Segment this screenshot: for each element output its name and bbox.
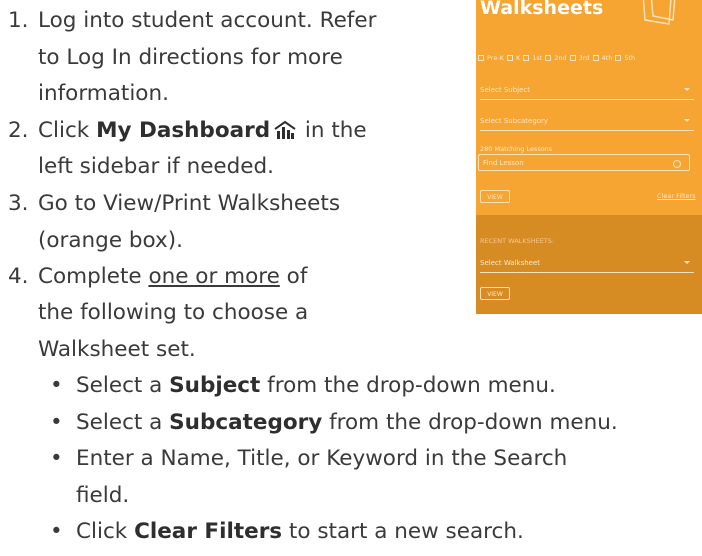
step-text-part: Click	[38, 118, 97, 143]
bullet-text: Click Clear Filters to start a new searc…	[76, 517, 524, 547]
grade-checkbox[interactable]: Pre-K	[478, 54, 504, 62]
bullet-text-part: Select a	[76, 373, 170, 398]
caret-down-icon	[684, 261, 690, 264]
grade-label: 3rd	[578, 54, 590, 62]
step-number: 3.	[8, 191, 29, 216]
clear-filters-label: Clear Filters	[134, 519, 283, 544]
step-text: to Log In directions for more	[38, 45, 343, 70]
grade-checkbox[interactable]: 3rd	[569, 54, 590, 62]
my-dashboard-label: My Dashboard	[96, 118, 271, 143]
grade-label: 1st	[532, 54, 543, 62]
checkbox-box[interactable]	[523, 55, 530, 61]
grade-filters: Pre-K K 1st 2nd 3rd 4th 5th	[478, 54, 635, 62]
matching-count: 280 Matching Lessons	[480, 145, 553, 153]
step-text: (orange box).	[38, 228, 183, 253]
bullet: •	[50, 410, 63, 435]
checkbox-box[interactable]	[545, 55, 552, 61]
step-text: information.	[38, 81, 169, 106]
walksheet-select[interactable]: Select Walksheet	[480, 254, 694, 273]
bullet-text-part: from the drop-down menu.	[322, 410, 618, 435]
checkbox-box[interactable]	[569, 55, 576, 61]
bullet-text-part: Select a	[76, 410, 170, 435]
dashboard-icon	[274, 119, 296, 149]
subject-select[interactable]: Select Subject	[480, 81, 694, 100]
bullet-text: Select a Subject from the drop-down menu…	[76, 371, 556, 401]
bullet: •	[50, 446, 63, 471]
bullet-text-part: to start a new search.	[282, 519, 524, 544]
walksheets-widget: Walksheets Pre-K K 1st 2nd 3rd 4th 5th S…	[476, 0, 702, 314]
step-text-part: in the	[298, 118, 367, 143]
select-value: Select Subject	[480, 86, 530, 94]
step-number: 4.	[8, 264, 29, 289]
checkbox-box[interactable]	[592, 55, 599, 61]
subcategory-label: Subcategory	[169, 410, 323, 435]
bullet-text-part: from the drop-down menu.	[260, 373, 556, 398]
caret-down-icon	[684, 119, 690, 122]
select-value: Select Walksheet	[480, 259, 541, 267]
subcategory-select[interactable]: Select Subcategory	[480, 112, 694, 131]
underlined-text: one or more	[148, 264, 280, 289]
recent-label: RECENT WALKSHEETS:	[480, 237, 555, 245]
bullet: •	[50, 519, 63, 544]
grade-label: Pre-K	[487, 54, 504, 62]
checkbox-box[interactable]	[506, 55, 513, 61]
document-icon	[637, 0, 677, 32]
step-number: 2.	[8, 118, 29, 143]
search-icon[interactable]	[673, 160, 681, 168]
step-text: Walksheet set.	[38, 337, 196, 362]
checkbox-box[interactable]	[615, 55, 622, 61]
grade-label: K	[515, 54, 521, 62]
clear-filters-link[interactable]: Clear Filters	[657, 192, 696, 200]
step-text: Complete one or more of	[38, 262, 307, 292]
bullet-text: field.	[76, 483, 130, 508]
grade-label: 2nd	[554, 54, 567, 62]
checkbox-box[interactable]	[478, 55, 484, 61]
grade-checkbox[interactable]: 1st	[523, 54, 542, 62]
grade-checkbox[interactable]: K	[506, 54, 521, 62]
bullet-text: Enter a Name, Title, or Keyword in the S…	[76, 446, 568, 471]
view-recent-button[interactable]: VIEW	[480, 287, 510, 300]
step-text: Go to View/Print Walksheets	[38, 191, 341, 216]
step-number: 1.	[8, 8, 29, 33]
step-text: the following to choose a	[38, 300, 309, 325]
step-text-part: Complete	[38, 264, 149, 289]
select-value: Select Subcategory	[480, 117, 549, 125]
bullet: •	[50, 373, 63, 398]
grade-label: 5th	[624, 54, 636, 62]
view-button[interactable]: VIEW	[480, 190, 510, 203]
subject-label: Subject	[169, 373, 261, 398]
widget-title: Walksheets	[480, 0, 604, 19]
step-text-part: of	[279, 264, 308, 289]
recent-walksheets-section: RECENT WALKSHEETS: Select Walksheet VIEW	[476, 215, 702, 314]
bullet-text-part: Click	[76, 519, 135, 544]
grade-checkbox[interactable]: 2nd	[545, 54, 567, 62]
find-lesson-input[interactable]: Find Lesson	[478, 154, 690, 171]
bullet-text: Select a Subcategory from the drop-down …	[76, 408, 618, 438]
grade-checkbox[interactable]: 4th	[592, 54, 613, 62]
step-text: Click My Dashboard in the	[38, 116, 367, 149]
step-text: left sidebar if needed.	[38, 154, 275, 179]
caret-down-icon	[684, 88, 690, 91]
grade-label: 4th	[601, 54, 613, 62]
step-text: Log into student account. Refer	[38, 8, 377, 33]
input-placeholder: Find Lesson	[483, 159, 524, 167]
grade-checkbox[interactable]: 5th	[615, 54, 635, 62]
